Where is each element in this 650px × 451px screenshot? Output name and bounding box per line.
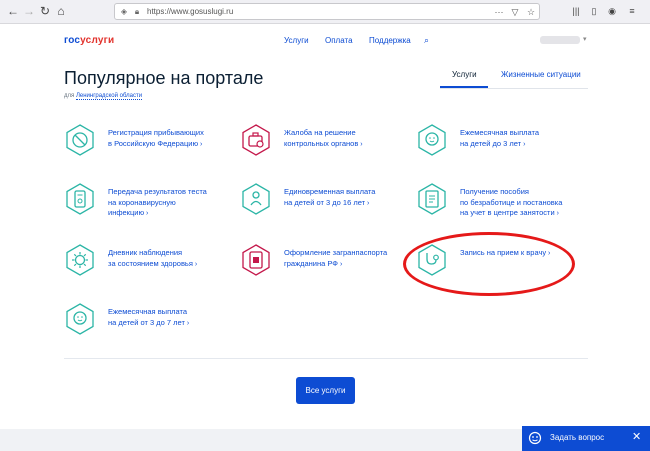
logo-part-gos: гос: [64, 35, 81, 46]
home-icon[interactable]: ⌂: [54, 4, 68, 18]
chevron-down-icon[interactable]: ▾: [583, 35, 587, 43]
service-card-line: на коронавирусную: [108, 197, 176, 207]
service-card-line: Получение пособия: [460, 187, 529, 196]
service-card-line: Ежемесячная выплата: [460, 128, 540, 137]
tab-active-indicator: [440, 86, 488, 88]
service-card[interactable]: Передача результатов теста на коронавирус…: [64, 183, 234, 223]
chevron-right-icon: ›: [198, 140, 203, 148]
service-card[interactable]: Регистрация прибывающих в Российскую Феде…: [64, 124, 234, 164]
ask-question-label: Задать вопрос: [550, 433, 605, 442]
chevron-right-icon: ›: [358, 140, 363, 148]
lock-icon[interactable]: 🔒︎: [132, 7, 142, 17]
baby-icon: [418, 124, 446, 156]
service-card[interactable]: Ежемесячная выплата на детей до 3 лет ›: [416, 124, 586, 164]
section-divider: [64, 358, 588, 359]
chevron-right-icon: ›: [192, 260, 198, 268]
passport-icon: [242, 244, 270, 276]
service-card-line: за состоянием здоровья: [108, 258, 193, 268]
chevron-right-icon: ›: [554, 210, 559, 217]
region-selector: для Ленинградской области: [64, 93, 143, 100]
service-card-label[interactable]: Жалоба на решение контрольных органов ›: [284, 128, 410, 150]
region-link[interactable]: Ленинградской области: [75, 93, 143, 100]
user-menu[interactable]: [540, 36, 580, 44]
all-services-button[interactable]: Все услуги: [296, 377, 355, 404]
service-card-label[interactable]: Регистрация прибывающих в Российскую Феде…: [108, 128, 234, 150]
logo-part-uslugi: услуги: [80, 35, 115, 46]
service-card-line: Ежемесячная выплата: [108, 307, 188, 316]
nav-support[interactable]: Поддержка: [369, 36, 411, 45]
pocket-icon[interactable]: ▽: [509, 6, 521, 18]
service-card[interactable]: Дневник наблюдения за состоянием здоровья…: [64, 244, 234, 284]
service-card-line: в Российскую Федерацию: [108, 138, 199, 148]
service-card[interactable]: Получение пособия по безработице и постан…: [416, 183, 586, 223]
service-card-label[interactable]: Оформление загранпаспорта гражданина РФ ›: [284, 248, 410, 270]
virus-icon: [66, 244, 94, 276]
back-icon[interactable]: ←: [6, 4, 20, 18]
menu-icon[interactable]: ≡: [626, 5, 638, 17]
service-card-label[interactable]: Ежемесячная выплата на детей до 3 лет ›: [460, 128, 586, 150]
sidebar-icon[interactable]: ▯: [588, 5, 600, 17]
no-entry-icon: [66, 124, 94, 156]
close-icon[interactable]: ✕: [632, 431, 641, 443]
library-icon[interactable]: |||: [570, 5, 582, 17]
chevron-right-icon: ›: [184, 319, 190, 327]
service-card-line: Единовременная выплата: [284, 187, 376, 196]
service-card-line: на детей от 3 до 7 лет: [108, 317, 185, 327]
chevron-right-icon: ›: [144, 210, 149, 217]
service-card-label[interactable]: Дневник наблюдения за состоянием здоровья…: [108, 248, 234, 270]
toddler-icon: [66, 303, 94, 335]
service-card-label[interactable]: Ежемесячная выплата на детей от 3 до 7 ле…: [108, 307, 234, 329]
site-logo[interactable]: госуслуги: [64, 35, 114, 46]
document-icon: [418, 183, 446, 215]
address-bar[interactable]: ◈ 🔒︎ https://www.gosuslugi.ru ··· ▽ ☆: [114, 3, 540, 20]
service-card-line: на детей от 3 до 16 лет: [284, 197, 366, 207]
shield-icon[interactable]: ◈: [119, 7, 129, 17]
tab-life-situations[interactable]: Жизненные ситуации: [501, 70, 581, 79]
service-card-line: по безработице и постановка: [460, 197, 563, 207]
tab-services[interactable]: Услуги: [452, 70, 477, 79]
url-text[interactable]: https://www.gosuslugi.ru: [147, 6, 233, 18]
service-card-line: Оформление загранпаспорта: [284, 248, 388, 257]
browser-toolbar: ← → ↻ ⌂ ◈ 🔒︎ https://www.gosuslugi.ru ··…: [0, 0, 650, 24]
briefcase-search-icon: [242, 124, 270, 156]
service-card-line: Регистрация прибывающих: [108, 128, 204, 137]
test-tube-icon: [66, 183, 94, 215]
service-card-line: Жалоба на решение: [284, 128, 356, 137]
nav-services[interactable]: Услуги: [284, 36, 309, 45]
chevron-right-icon: ›: [365, 199, 370, 207]
star-icon[interactable]: ☆: [525, 6, 537, 18]
service-card-label[interactable]: Передача результатов теста на коронавирус…: [108, 187, 234, 220]
page-title: Популярное на портале: [64, 68, 264, 88]
reload-icon[interactable]: ↻: [38, 4, 52, 18]
service-card[interactable]: Жалоба на решение контрольных органов ›: [240, 124, 410, 164]
service-card-line: контрольных органов: [284, 138, 359, 148]
forward-icon[interactable]: →: [22, 4, 36, 18]
service-card-line: на учет в центре занятости: [460, 208, 555, 217]
more-icon[interactable]: ···: [493, 6, 505, 18]
service-card-line: гражданина РФ: [284, 258, 338, 268]
highlight-annotation: [403, 232, 575, 296]
service-card-line: на детей до 3 лет: [460, 138, 522, 148]
account-icon[interactable]: ◉: [606, 5, 618, 17]
service-card[interactable]: Оформление загранпаспорта гражданина РФ ›: [240, 244, 410, 284]
search-icon[interactable]: ⌕: [424, 35, 434, 45]
ask-question-widget[interactable]: Задать вопрос ✕: [522, 426, 650, 451]
service-card[interactable]: Единовременная выплата на детей от 3 до 1…: [240, 183, 410, 223]
service-card-line: Передача результатов теста: [108, 187, 207, 196]
service-card-line: Дневник наблюдения: [108, 248, 183, 257]
chevron-right-icon: ›: [521, 140, 526, 148]
region-prefix: для: [64, 93, 75, 99]
service-card-line: инфекцию: [108, 208, 145, 217]
tabs-divider: [440, 88, 588, 89]
service-card[interactable]: Ежемесячная выплата на детей от 3 до 7 ле…: [64, 303, 234, 343]
child-icon: [242, 183, 270, 215]
nav-payment[interactable]: Оплата: [325, 36, 353, 45]
chevron-right-icon: ›: [338, 260, 343, 268]
chat-bot-icon: [528, 431, 542, 445]
service-card-label[interactable]: Получение пособия по безработице и постан…: [460, 187, 586, 220]
service-card-label[interactable]: Единовременная выплата на детей от 3 до 1…: [284, 187, 410, 209]
